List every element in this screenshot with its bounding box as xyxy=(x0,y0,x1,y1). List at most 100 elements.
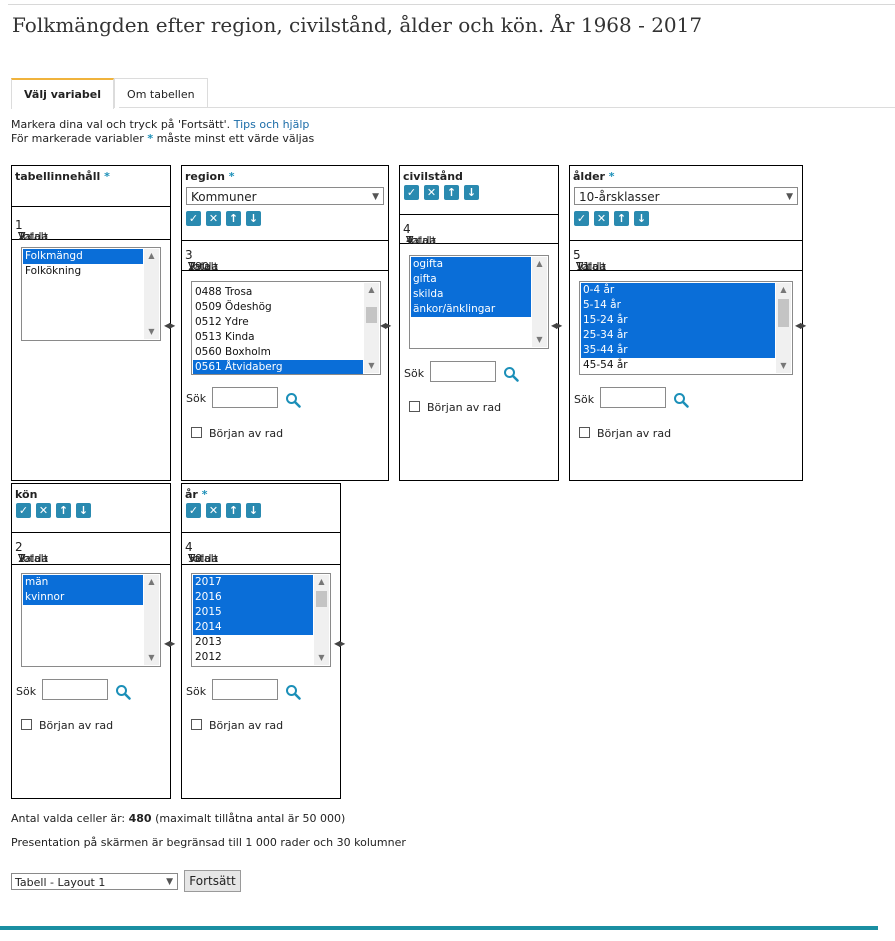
sort-descending-icon[interactable]: ↓ xyxy=(634,211,649,226)
deselect-all-icon[interactable]: ✕ xyxy=(206,503,221,518)
list-item[interactable]: kvinnor xyxy=(23,590,143,605)
values-listbox[interactable]: Folkmängd Folkökning ▲ ▼ xyxy=(21,247,161,341)
scroll-up-icon[interactable]: ▲ xyxy=(314,575,329,589)
sort-descending-icon[interactable]: ↓ xyxy=(246,503,261,518)
deselect-all-icon[interactable]: ✕ xyxy=(36,503,51,518)
values-listbox[interactable]: ogifta gifta skilda änkor/änklingar ▲ ▼ xyxy=(409,255,549,349)
scroll-down-icon[interactable]: ▼ xyxy=(532,333,547,347)
scrollbar-thumb[interactable] xyxy=(366,307,377,323)
scroll-down-icon[interactable]: ▼ xyxy=(364,359,379,373)
list-item[interactable]: 2016 xyxy=(193,590,313,605)
scroll-up-icon[interactable]: ▲ xyxy=(144,575,159,589)
scrollbar[interactable]: ▲ ▼ xyxy=(144,249,159,339)
sort-descending-icon[interactable]: ↓ xyxy=(246,211,261,226)
search-icon[interactable] xyxy=(673,392,689,408)
sort-ascending-icon[interactable]: ↑ xyxy=(444,185,459,200)
begin-of-row-checkbox[interactable] xyxy=(191,719,202,730)
list-item[interactable]: män xyxy=(23,575,143,590)
continue-button[interactable]: Fortsätt xyxy=(184,870,241,892)
resize-arrows-icon[interactable]: ◀▶ xyxy=(380,320,394,332)
list-item[interactable]: skilda xyxy=(411,287,531,302)
list-item[interactable]: Folkökning xyxy=(23,264,143,279)
sort-ascending-icon[interactable]: ↑ xyxy=(226,211,241,226)
search-icon[interactable] xyxy=(115,684,131,700)
list-item[interactable]: 0513 Kinda xyxy=(193,330,363,345)
sort-descending-icon[interactable]: ↓ xyxy=(76,503,91,518)
values-listbox[interactable]: 0-4 år 5-14 år 15-24 år 25-34 år 35-44 å… xyxy=(579,281,793,375)
help-link[interactable]: Tips och hjälp xyxy=(234,118,310,131)
scrollbar[interactable]: ▲ ▼ xyxy=(532,257,547,347)
age-grouping-select[interactable]: 10-årsklasser ▼ xyxy=(574,187,798,205)
scrollbar[interactable]: ▲ ▼ xyxy=(364,283,379,373)
deselect-all-icon[interactable]: ✕ xyxy=(594,211,609,226)
begin-of-row-checkbox[interactable] xyxy=(579,427,590,438)
sort-ascending-icon[interactable]: ↑ xyxy=(56,503,71,518)
scroll-down-icon[interactable]: ▼ xyxy=(314,651,329,665)
search-input[interactable] xyxy=(600,387,666,408)
scrollbar-thumb[interactable] xyxy=(778,299,789,327)
search-input[interactable] xyxy=(42,679,108,700)
scroll-down-icon[interactable]: ▼ xyxy=(144,651,159,665)
list-item[interactable]: 2013 xyxy=(193,635,313,650)
values-listbox[interactable]: 2017 2016 2015 2014 2013 2012 ▲ ▼ xyxy=(191,573,331,667)
resize-arrows-icon[interactable]: ◀▶ xyxy=(334,638,348,650)
list-item[interactable]: 2017 xyxy=(193,575,313,590)
scrollbar[interactable]: ▲ ▼ xyxy=(776,283,791,373)
deselect-all-icon[interactable]: ✕ xyxy=(206,211,221,226)
scroll-up-icon[interactable]: ▲ xyxy=(532,257,547,271)
layout-select[interactable]: Tabell - Layout 1 ▼ xyxy=(11,873,178,890)
list-item[interactable]: 45-54 år xyxy=(581,358,775,373)
scrollbar-thumb[interactable] xyxy=(316,591,327,607)
list-item[interactable]: gifta xyxy=(411,272,531,287)
sort-descending-icon[interactable]: ↓ xyxy=(464,185,479,200)
scroll-up-icon[interactable]: ▲ xyxy=(144,249,159,263)
search-input[interactable] xyxy=(430,361,496,382)
select-all-icon[interactable]: ✓ xyxy=(574,211,589,226)
list-item[interactable]: Folkmängd xyxy=(23,249,143,264)
resize-arrows-icon[interactable]: ◀▶ xyxy=(164,320,178,332)
tab-om-tabellen[interactable]: Om tabellen xyxy=(114,78,208,108)
search-input[interactable] xyxy=(212,387,278,408)
list-item[interactable]: 2014 xyxy=(193,620,313,635)
tab-valj-variabel[interactable]: Välj variabel xyxy=(11,78,115,109)
values-listbox[interactable]: män kvinnor ▲ ▼ xyxy=(21,573,161,667)
sort-ascending-icon[interactable]: ↑ xyxy=(614,211,629,226)
resize-arrows-icon[interactable]: ◀▶ xyxy=(164,638,178,650)
begin-of-row-checkbox[interactable] xyxy=(191,427,202,438)
list-item[interactable]: 35-44 år xyxy=(581,343,775,358)
scrollbar[interactable]: ▲ ▼ xyxy=(144,575,159,665)
list-item[interactable]: 0561 Åtvidaberg xyxy=(193,360,363,374)
begin-of-row-checkbox[interactable] xyxy=(21,719,32,730)
list-item[interactable]: 0509 Ödeshög xyxy=(193,300,363,315)
deselect-all-icon[interactable]: ✕ xyxy=(424,185,439,200)
select-all-icon[interactable]: ✓ xyxy=(16,503,31,518)
select-all-icon[interactable]: ✓ xyxy=(186,211,201,226)
search-icon[interactable] xyxy=(503,366,519,382)
list-item[interactable]: 5-14 år xyxy=(581,298,775,313)
scroll-down-icon[interactable]: ▼ xyxy=(776,359,791,373)
scroll-up-icon[interactable]: ▲ xyxy=(776,283,791,297)
list-item[interactable]: 2012 xyxy=(193,650,313,665)
scroll-up-icon[interactable]: ▲ xyxy=(364,283,379,297)
select-all-icon[interactable]: ✓ xyxy=(186,503,201,518)
search-input[interactable] xyxy=(212,679,278,700)
values-listbox[interactable]: 0488 Trosa 0509 Ödeshög 0512 Ydre 0513 K… xyxy=(191,281,381,375)
list-item[interactable]: 15-24 år xyxy=(581,313,775,328)
search-icon[interactable] xyxy=(285,392,301,408)
region-grouping-select[interactable]: Kommuner ▼ xyxy=(186,187,384,205)
list-item[interactable]: änkor/änklingar xyxy=(411,302,531,317)
sort-ascending-icon[interactable]: ↑ xyxy=(226,503,241,518)
scrollbar[interactable]: ▲ ▼ xyxy=(314,575,329,665)
list-item[interactable]: 0-4 år xyxy=(581,283,775,298)
list-item[interactable]: 2015 xyxy=(193,605,313,620)
list-item[interactable]: 0488 Trosa xyxy=(193,285,363,300)
scroll-down-icon[interactable]: ▼ xyxy=(144,325,159,339)
list-item[interactable]: ogifta xyxy=(411,257,531,272)
list-item[interactable]: 0560 Boxholm xyxy=(193,345,363,360)
select-all-icon[interactable]: ✓ xyxy=(404,185,419,200)
search-icon[interactable] xyxy=(285,684,301,700)
resize-arrows-icon[interactable]: ◀▶ xyxy=(795,320,809,332)
list-item[interactable]: 0512 Ydre xyxy=(193,315,363,330)
list-item[interactable]: 25-34 år xyxy=(581,328,775,343)
begin-of-row-checkbox[interactable] xyxy=(409,401,420,412)
